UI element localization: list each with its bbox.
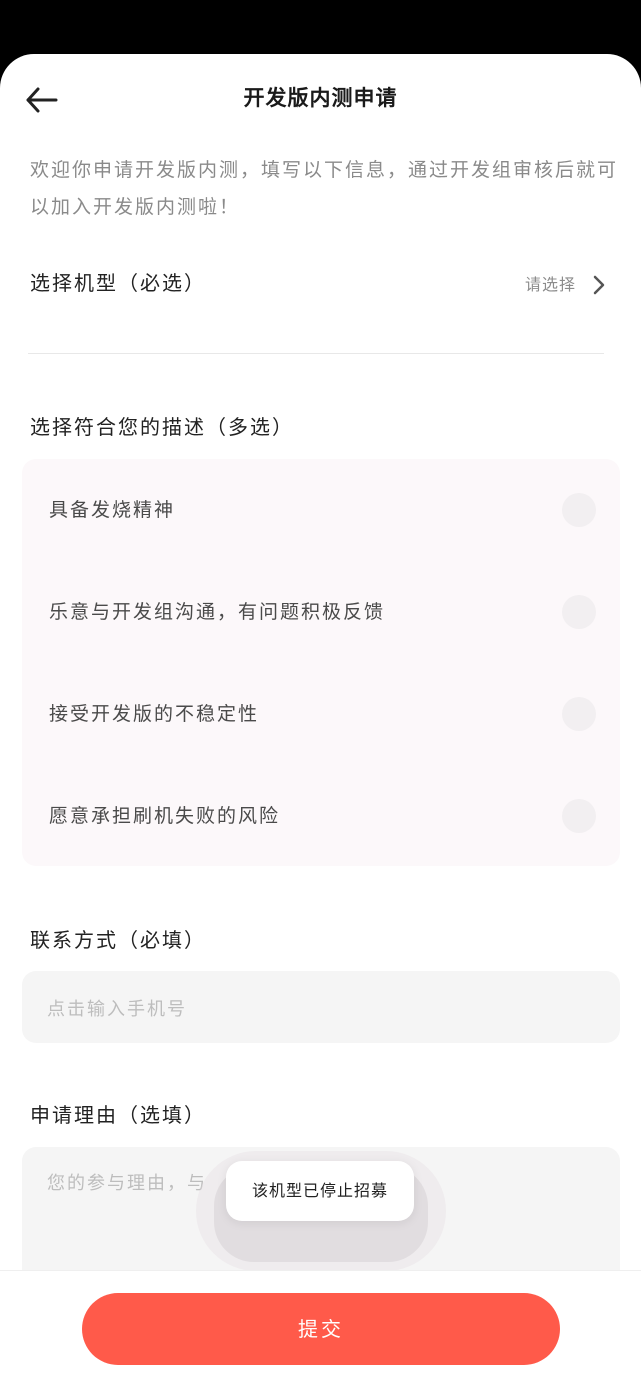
option-item[interactable]: 接受开发版的不稳定性 <box>22 663 620 765</box>
option-checkbox[interactable] <box>562 697 596 731</box>
header: 开发版内测申请 <box>0 54 641 146</box>
option-label: 愿意承担刷机失败的风险 <box>49 805 281 827</box>
reason-placeholder: 您的参与理由，与 <box>47 1173 207 1194</box>
model-select-row[interactable]: 选择机型（必选） 请选择 <box>30 259 608 309</box>
application-sheet: 开发版内测申请 欢迎你申请开发版内测，填写以下信息，通过开发组审核后就可以加入开… <box>0 54 641 1389</box>
option-item[interactable]: 具备发烧精神 <box>22 459 620 561</box>
toast-message: 该机型已停止招募 <box>226 1161 414 1221</box>
phone-input[interactable]: 点击输入手机号 <box>22 971 620 1043</box>
page-title: 开发版内测申请 <box>243 86 398 110</box>
submit-button[interactable]: 提交 <box>82 1293 560 1365</box>
model-label: 选择机型（必选） <box>30 271 206 295</box>
reason-label: 申请理由（选填） <box>30 1103 206 1127</box>
divider <box>28 353 604 354</box>
description-options: 具备发烧精神 乐意与开发组沟通，有问题积极反馈 接受开发版的不稳定性 愿意承担刷… <box>22 459 620 866</box>
option-item[interactable]: 乐意与开发组沟通，有问题积极反馈 <box>22 561 620 663</box>
option-label: 具备发烧精神 <box>49 499 176 521</box>
option-checkbox[interactable] <box>562 799 596 833</box>
contact-label: 联系方式（必填） <box>30 928 206 952</box>
bottom-bar: 提交 <box>0 1270 641 1389</box>
option-checkbox[interactable] <box>562 493 596 527</box>
option-item[interactable]: 愿意承担刷机失败的风险 <box>22 765 620 867</box>
intro-text: 欢迎你申请开发版内测，填写以下信息，通过开发组审核后就可以加入开发版内测啦！ <box>30 159 619 218</box>
description-label: 选择符合您的描述（多选） <box>30 415 294 439</box>
model-select-value: 请选择 <box>524 275 576 294</box>
option-checkbox[interactable] <box>562 595 596 629</box>
chevron-right-icon <box>593 275 605 295</box>
phone-placeholder: 点击输入手机号 <box>47 999 187 1020</box>
option-label: 接受开发版的不稳定性 <box>49 703 260 725</box>
option-label: 乐意与开发组沟通，有问题积极反馈 <box>49 601 386 623</box>
